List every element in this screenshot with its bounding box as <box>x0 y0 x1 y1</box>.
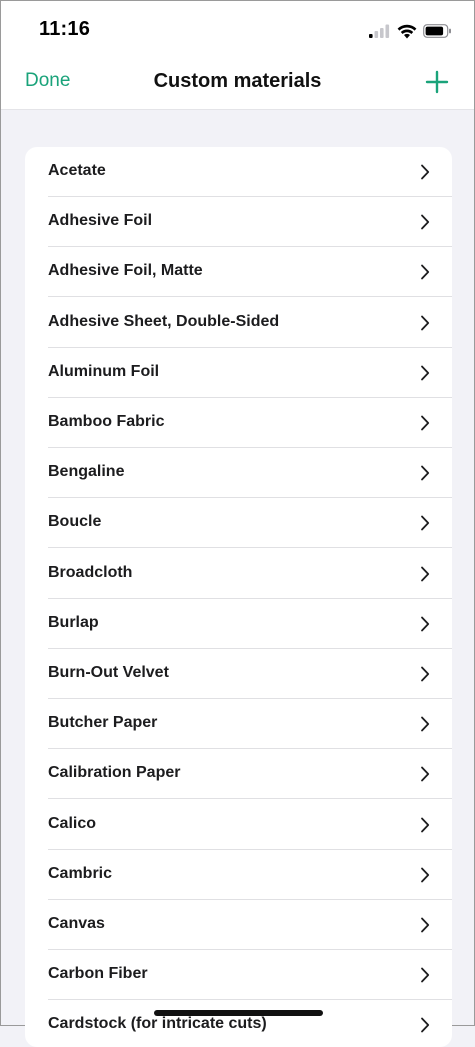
material-label: Calico <box>48 814 97 832</box>
material-row[interactable]: Broadcloth <box>25 549 452 599</box>
chevron-right-icon <box>421 214 430 230</box>
material-label: Adhesive Sheet, Double-Sided <box>48 312 280 330</box>
material-label: Cardstock (for intricate cuts) <box>48 1015 267 1033</box>
chevron-right-icon <box>421 967 430 983</box>
chevron-right-icon <box>421 716 430 732</box>
chevron-right-icon <box>421 1017 430 1033</box>
plus-icon[interactable] <box>424 69 450 95</box>
material-label: Boucle <box>48 513 102 531</box>
materials-list: Acetate Adhesive Foil Adhesive Foil, Matte… <box>25 147 452 1047</box>
material-row[interactable]: Adhesive Foil <box>25 197 452 248</box>
material-label: Canvas <box>48 915 105 932</box>
material-row[interactable]: Cambric <box>25 850 452 900</box>
material-label: Bengaline <box>48 463 125 481</box>
material-row[interactable]: Bamboo Fabric <box>25 398 452 448</box>
material-label: Aluminum Foil <box>48 362 160 380</box>
material-label: Burlap <box>48 613 99 631</box>
material-label: Carbon Fiber <box>48 965 148 983</box>
material-label: Burn-Out Velvet <box>48 664 169 681</box>
chevron-right-icon <box>421 766 430 782</box>
chevron-right-icon <box>421 415 430 431</box>
material-row[interactable]: Aluminum Foil <box>25 348 452 398</box>
chevron-right-icon <box>421 164 430 180</box>
chevron-right-icon <box>421 917 430 933</box>
chevron-right-icon <box>421 365 430 381</box>
chevron-right-icon <box>421 315 430 330</box>
chevron-right-icon <box>421 264 430 280</box>
chevron-right-icon <box>421 867 430 883</box>
chevron-right-icon <box>421 515 430 531</box>
material-row[interactable]: Bengaline <box>25 448 452 499</box>
material-row[interactable]: Cardstock (for intricate cuts) <box>25 1000 452 1047</box>
material-row[interactable]: Carbon Fiber <box>25 950 452 1001</box>
material-label: Calibration Paper <box>48 764 181 782</box>
wifi-icon <box>397 24 417 38</box>
chevron-right-icon <box>421 465 430 481</box>
material-row[interactable]: Butcher Paper <box>25 699 452 750</box>
status-bar: 11:16 <box>1 1 474 57</box>
navigation-bar: Done Custom materials <box>1 57 474 110</box>
material-row[interactable]: Acetate <box>25 147 452 197</box>
material-label: Broadcloth <box>48 563 133 581</box>
battery-icon <box>423 24 451 38</box>
page-title: Custom materials <box>153 70 322 92</box>
material-label: Adhesive Foil, Matte <box>48 262 203 280</box>
material-label: Butcher Paper <box>48 714 158 732</box>
chevron-right-icon <box>421 817 430 832</box>
chevron-right-icon <box>421 566 430 581</box>
status-time: 11:16 <box>39 18 91 40</box>
material-label: Adhesive Foil <box>48 212 153 230</box>
material-row[interactable]: Burlap <box>25 599 452 649</box>
material-label: Cambric <box>48 864 113 882</box>
home-indicator <box>154 1010 323 1016</box>
material-row[interactable]: Adhesive Sheet, Double-Sided <box>25 298 452 348</box>
material-label: Bamboo Fabric <box>48 413 165 430</box>
status-icons <box>369 21 452 41</box>
material-row[interactable]: Canvas <box>25 900 452 950</box>
material-row[interactable]: Calibration Paper <box>25 749 452 800</box>
chevron-right-icon <box>421 666 430 682</box>
material-row[interactable]: Burn-Out Velvet <box>25 649 452 699</box>
material-row[interactable]: Adhesive Foil, Matte <box>25 247 452 298</box>
material-row[interactable]: Boucle <box>25 498 452 549</box>
cellular-signal-icon <box>369 24 390 38</box>
material-label: Acetate <box>48 162 106 179</box>
material-row[interactable]: Calico <box>25 800 452 850</box>
chevron-right-icon <box>421 616 430 632</box>
